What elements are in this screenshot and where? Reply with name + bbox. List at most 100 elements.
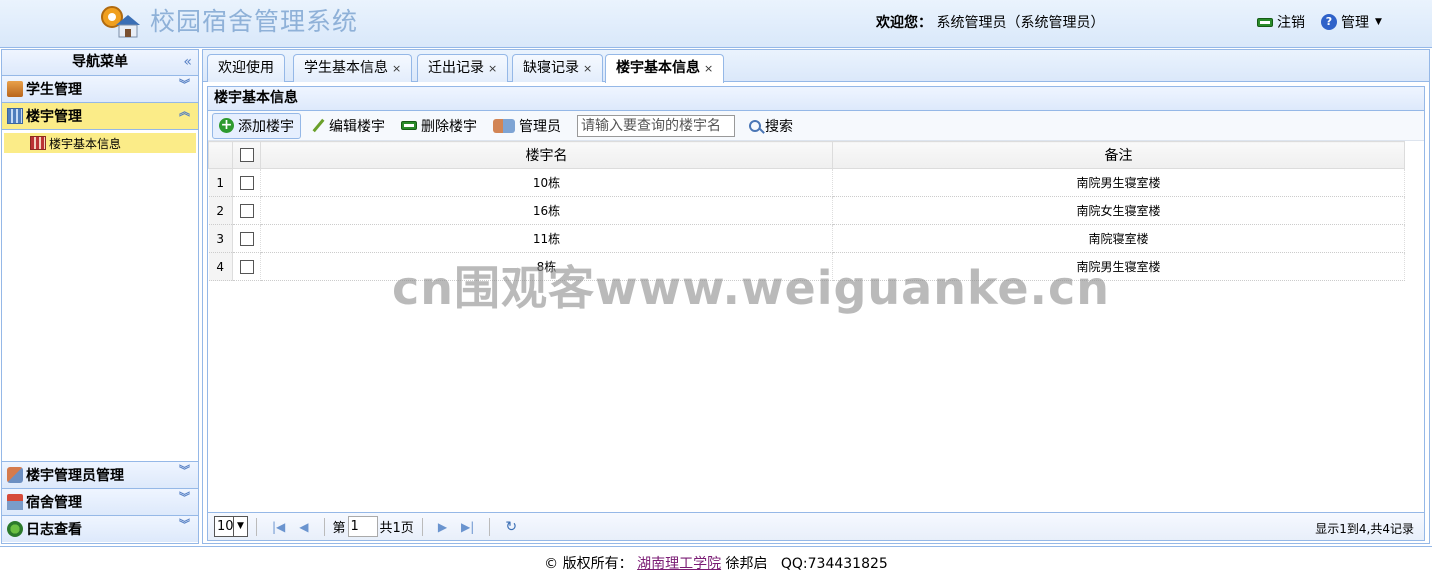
row-select-cell: [232, 224, 261, 253]
close-icon[interactable]: ×: [392, 62, 401, 75]
last-page-icon[interactable]: ▶|: [461, 520, 474, 534]
nav-panel: 导航菜单 « 学生管理 ︾ 楼宇管理 ︽ 楼宇基本信息 楼宇管理员管理 ︾ 宿舍…: [1, 49, 199, 544]
row-checkbox[interactable]: [239, 203, 254, 218]
panel-title: 楼宇基本信息: [208, 87, 1424, 111]
refresh-icon[interactable]: ↻: [505, 519, 517, 535]
row-checkbox[interactable]: [239, 259, 254, 274]
page-prefix: 第: [332, 521, 346, 536]
main-area: 欢迎使用 学生基本信息 × 迁出记录 × 缺寝记录 × 楼宇基本信息 × 楼宇基本信息 …: [202, 49, 1430, 544]
close-icon[interactable]: ×: [583, 62, 592, 75]
welcome-user: 系统管理员（系统管理员）: [936, 15, 1105, 31]
logo-icon: [101, 6, 140, 38]
delete-building-button[interactable]: 删除楼宇: [395, 114, 483, 138]
nav-section-student-label: 学生管理: [26, 82, 82, 98]
tab-student-info[interactable]: 学生基本信息 ×: [293, 54, 413, 82]
column-header-remark[interactable]: 备注: [832, 141, 1405, 169]
next-page-icon[interactable]: ▶: [438, 520, 447, 534]
nav-section-building-admin-label: 楼宇管理员管理: [26, 468, 124, 484]
row-number-header: [208, 141, 233, 169]
row-number: 2: [208, 196, 233, 225]
page-total: 共1页: [379, 521, 414, 536]
manage-label: 管理: [1341, 15, 1369, 31]
pager-info: 显示1到4,共4记录: [1315, 522, 1414, 536]
row-checkbox[interactable]: [239, 231, 254, 246]
expand-icon: ︾: [179, 78, 190, 91]
dorm-icon: [7, 494, 23, 510]
nav-section-log-label: 日志查看: [26, 522, 82, 538]
logout-label: 注销: [1277, 15, 1305, 31]
add-building-label: 添加楼宇: [238, 118, 294, 135]
app-header: 校园宿舍管理系统 欢迎您： 系统管理员（系统管理员） 注销 ? 管理 ▼: [0, 0, 1432, 48]
admin-label: 管理员: [519, 118, 561, 135]
select-all-cell: [232, 141, 261, 169]
page-number-input[interactable]: [347, 516, 378, 537]
building-icon: [7, 108, 23, 124]
row-select-cell: [232, 252, 261, 281]
admin-button[interactable]: 管理员: [487, 114, 567, 138]
expand-icon: ︾: [179, 464, 190, 477]
tab-label: 楼宇基本信息: [616, 60, 700, 76]
search-button[interactable]: 搜索: [743, 114, 799, 138]
search-input[interactable]: [577, 114, 735, 137]
welcome-label: 欢迎您：: [876, 15, 932, 31]
help-icon: ?: [1321, 14, 1337, 30]
tab-bar: 欢迎使用 学生基本信息 × 迁出记录 × 缺寝记录 × 楼宇基本信息 ×: [203, 50, 1429, 83]
pagination-bar: 10 ▼ |◀ ◀ 第 共1页 ▶ ▶| ↻ 显示1到4,共4记录: [208, 512, 1424, 540]
edit-building-label: 编辑楼宇: [329, 118, 385, 135]
logout-button[interactable]: 注销: [1257, 12, 1305, 32]
manage-menu-button[interactable]: ? 管理 ▼: [1321, 12, 1382, 32]
first-page-icon[interactable]: |◀: [272, 520, 285, 534]
tab-label: 迁出记录: [428, 60, 484, 76]
close-icon[interactable]: ×: [488, 62, 497, 75]
column-header-name[interactable]: 楼宇名: [260, 141, 833, 169]
row-select-cell: [232, 168, 261, 197]
edit-building-button[interactable]: 编辑楼宇: [305, 114, 391, 138]
tab-moveout-records[interactable]: 迁出记录 ×: [417, 54, 509, 82]
nav-item-building-info[interactable]: 楼宇基本信息: [4, 133, 196, 153]
collapse-left-icon[interactable]: «: [183, 50, 192, 75]
row-select-cell: [232, 196, 261, 225]
page-size-select[interactable]: 10 ▼: [214, 516, 248, 537]
expand-icon: ︾: [179, 518, 190, 531]
nav-section-building[interactable]: 楼宇管理 ︽: [2, 103, 198, 130]
users-icon: [493, 118, 515, 133]
building-name: 8栋: [260, 252, 833, 281]
row-number: 1: [208, 168, 233, 197]
table-row[interactable]: 3 11栋 南院寝室楼: [208, 224, 1405, 253]
tab-absence-records[interactable]: 缺寝记录 ×: [512, 54, 604, 82]
building-remark: 南院男生寝室楼: [832, 168, 1405, 197]
select-all-checkbox[interactable]: [239, 148, 254, 162]
nav-section-building-admin[interactable]: 楼宇管理员管理 ︾: [2, 461, 198, 488]
add-building-button[interactable]: + 添加楼宇: [212, 112, 301, 139]
nav-section-dorm[interactable]: 宿舍管理 ︾: [2, 488, 198, 515]
row-number: 4: [208, 252, 233, 281]
search-label: 搜索: [765, 118, 793, 135]
nav-title: 导航菜单: [72, 54, 128, 70]
table-row[interactable]: 1 10栋 南院男生寝室楼: [208, 168, 1405, 197]
tab-welcome[interactable]: 欢迎使用: [207, 54, 285, 82]
building-remark: 南院寝室楼: [832, 224, 1405, 253]
org-link[interactable]: 湖南理工学院: [637, 556, 721, 572]
building-info-icon: [30, 136, 46, 150]
building-admin-icon: [7, 467, 23, 483]
table-row[interactable]: 2 16栋 南院女生寝室楼: [208, 196, 1405, 225]
table-row[interactable]: 4 8栋 南院男生寝室楼: [208, 252, 1405, 281]
search-icon: [749, 119, 761, 132]
building-name: 16栋: [260, 196, 833, 225]
tab-building-info[interactable]: 楼宇基本信息 ×: [605, 54, 725, 83]
pager-divider: [256, 517, 257, 536]
nav-section-dorm-label: 宿舍管理: [26, 495, 82, 511]
row-checkbox[interactable]: [239, 175, 254, 190]
pager-divider: [421, 517, 423, 536]
collapse-icon: ︽: [179, 105, 190, 118]
nav-section-building-body: 楼宇基本信息: [2, 130, 198, 456]
nav-item-building-info-label: 楼宇基本信息: [49, 136, 122, 151]
prev-page-icon[interactable]: ◀: [299, 520, 308, 534]
nav-section-student[interactable]: 学生管理 ︾: [2, 76, 198, 103]
tab-label: 欢迎使用: [218, 60, 274, 76]
toolbar: + 添加楼宇 编辑楼宇 删除楼宇 管理员 搜索: [208, 111, 1424, 141]
nav-section-log[interactable]: 日志查看 ︾: [2, 515, 198, 542]
close-icon[interactable]: ×: [704, 62, 713, 75]
plus-icon: +: [219, 117, 234, 133]
building-panel: 楼宇基本信息 + 添加楼宇 编辑楼宇 删除楼宇 管理员 搜索: [207, 86, 1425, 541]
